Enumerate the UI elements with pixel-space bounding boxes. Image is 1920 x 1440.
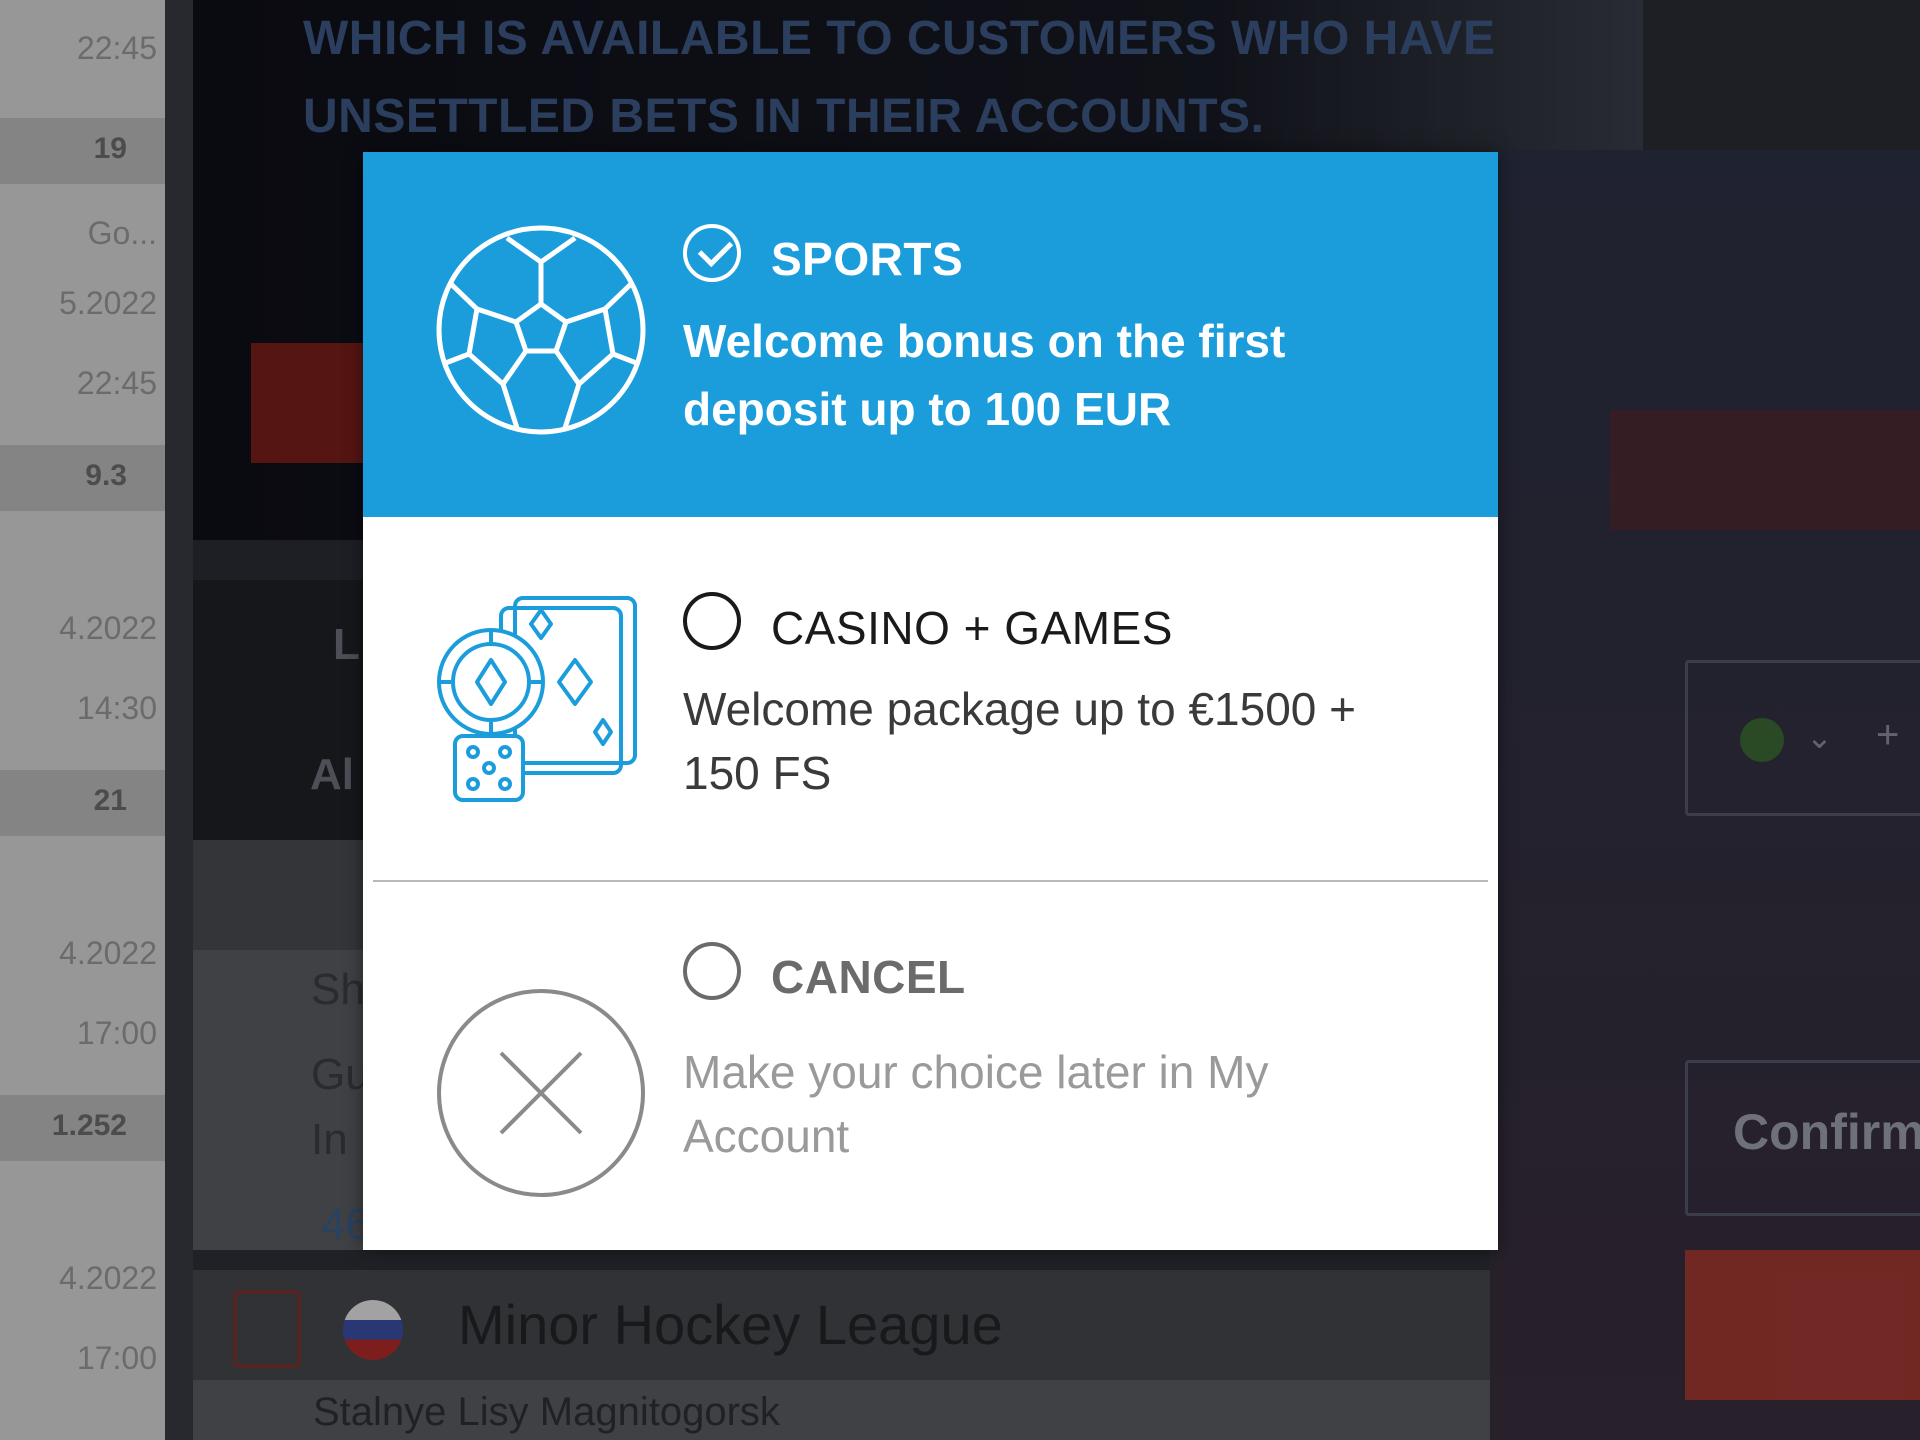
sports-description: Welcome bonus on the first deposit up to…	[683, 315, 1286, 435]
sports-title: SPORTS	[771, 233, 964, 285]
sports-radio[interactable]	[683, 224, 741, 282]
bonus-choice-modal: SPORTS Welcome bonus on the first deposi…	[363, 152, 1498, 1250]
option-sports[interactable]: SPORTS Welcome bonus on the first deposi…	[363, 152, 1498, 517]
checkmark-icon	[697, 231, 734, 268]
soccer-ball-icon	[436, 225, 646, 435]
option-cancel[interactable]: CANCEL Make your choice later in My Acco…	[363, 882, 1498, 1250]
casino-title: CASINO + GAMES	[771, 602, 1173, 654]
cancel-radio[interactable]	[683, 942, 741, 1000]
casino-cards-chip-dice-icon	[437, 596, 637, 802]
cancel-description: Make your choice later in My Account	[683, 1046, 1269, 1162]
option-casino-games[interactable]: CASINO + GAMES Welcome package up to €15…	[363, 517, 1498, 880]
cancel-title: CANCEL	[771, 951, 966, 1003]
casino-description: Welcome package up to €1500 + 150 FS	[683, 683, 1356, 799]
close-circle-icon	[437, 989, 645, 1197]
casino-radio[interactable]	[683, 592, 741, 650]
